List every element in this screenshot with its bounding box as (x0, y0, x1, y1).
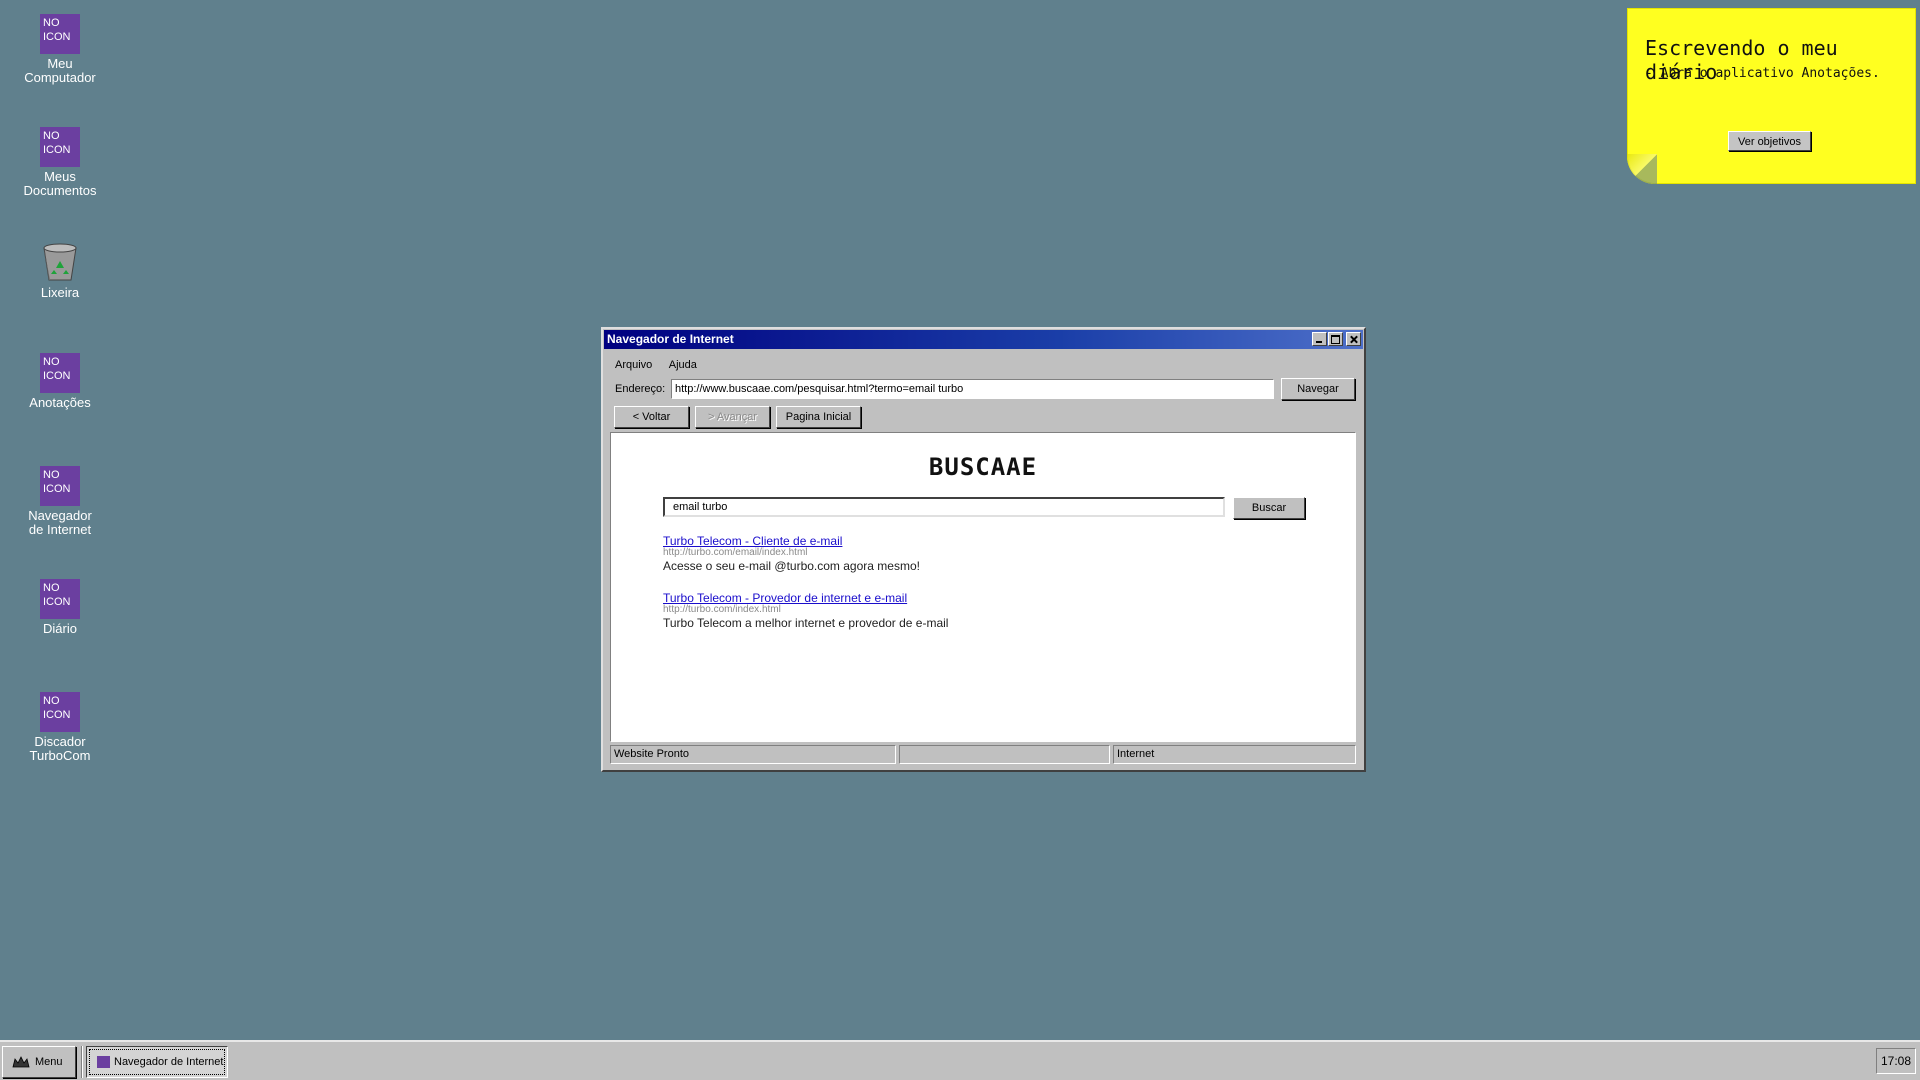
desktop-icon-label: Meu Computador (24, 56, 96, 85)
maximize-icon[interactable] (1328, 332, 1343, 346)
note-body: - Abra o aplicativo Anotações. (1645, 66, 1880, 81)
search-result: Turbo Telecom - Provedor de internet e e… (663, 591, 948, 630)
ver-objetivos-button[interactable]: Ver objetivos (1728, 131, 1811, 151)
clock: 17:08 (1876, 1048, 1916, 1074)
search-result: Turbo Telecom - Cliente de e-mail http:/… (663, 534, 920, 573)
status-progress (899, 745, 1110, 764)
no-icon: NO ICON (40, 14, 80, 54)
desktop-icon-label: Anotações (29, 395, 91, 410)
menu-arquivo[interactable]: Arquivo (615, 359, 652, 371)
taskbar-separator (81, 1046, 83, 1078)
result-url: http://turbo.com/index.html (663, 604, 781, 615)
desktop-icon-anotacoes[interactable]: NO ICON Anotações (10, 353, 110, 410)
start-menu-label: Menu (35, 1056, 63, 1068)
buscaae-logo: BUSCAAE (928, 453, 1038, 481)
browser-app-icon (97, 1056, 110, 1068)
desktop-icon-label: Diário (43, 621, 77, 636)
buscar-button[interactable]: Buscar (1233, 497, 1305, 519)
no-icon: NO ICON (40, 353, 80, 393)
navegar-button[interactable]: Navegar (1281, 378, 1355, 400)
desktop-icon-navegador[interactable]: NO ICON Navegador de Internet (10, 466, 110, 537)
desktop-icon-meu-computador[interactable]: NO ICON Meu Computador (10, 14, 110, 85)
recycle-bin-icon (43, 243, 77, 281)
desktop-icon-label: Navegador de Internet (28, 508, 92, 537)
result-description: Turbo Telecom a melhor internet e proved… (663, 616, 949, 630)
no-icon: NO ICON (40, 692, 80, 732)
browser-window: Navegador de Internet Arquivo Ajuda Ende… (601, 327, 1366, 772)
window-titlebar[interactable]: Navegador de Internet (604, 330, 1363, 349)
menu-ajuda[interactable]: Ajuda (669, 359, 697, 371)
note-curl (1627, 154, 1657, 184)
result-url: http://turbo.com/email/index.html (663, 547, 808, 558)
no-icon: NO ICON (40, 466, 80, 506)
menubar: Arquivo Ajuda (615, 359, 711, 371)
menu-logo-icon (12, 1056, 30, 1068)
taskbar-item-label: Navegador de Internet (114, 1056, 224, 1068)
result-title-link[interactable]: Turbo Telecom - Provedor de internet e e… (663, 591, 948, 605)
result-title-link[interactable]: Turbo Telecom - Cliente de e-mail (663, 534, 920, 548)
no-icon: NO ICON (40, 127, 80, 167)
desktop-icon-discador[interactable]: NO ICON Discador TurboCom (10, 692, 110, 763)
desktop-icon-meus-documentos[interactable]: NO ICON Meus Documentos (10, 127, 110, 198)
no-icon: NO ICON (40, 579, 80, 619)
desktop-icon-diario[interactable]: NO ICON Diário (10, 579, 110, 636)
sticky-note: Escrevendo o meu diário - Abra o aplicat… (1627, 8, 1916, 184)
result-description: Acesse o seu e-mail @turbo.com agora mes… (663, 559, 920, 573)
home-button[interactable]: Pagina Inicial (776, 406, 861, 428)
desktop-icon-label: Lixeira (40, 285, 80, 300)
desktop-icon-label: Discador TurboCom (29, 734, 91, 763)
status-text: Website Pronto (610, 745, 896, 764)
forward-button[interactable]: > Avançar (695, 406, 770, 428)
desktop-icon-lixeira[interactable]: Lixeira (10, 240, 110, 300)
back-button[interactable]: < Voltar (614, 406, 689, 428)
statusbar: Website Pronto Internet (610, 745, 1356, 764)
close-icon[interactable] (1346, 332, 1361, 346)
web-page-content: BUSCAAE Buscar Turbo Telecom - Cliente d… (610, 432, 1356, 742)
window-title: Navegador de Internet (607, 332, 734, 346)
taskbar: Menu Navegador de Internet 17:08 (0, 1040, 1920, 1080)
address-input[interactable] (671, 379, 1274, 399)
minimize-icon[interactable] (1312, 332, 1327, 346)
taskbar-item-navegador[interactable]: Navegador de Internet (86, 1046, 228, 1078)
search-input[interactable] (663, 497, 1225, 517)
start-menu-button[interactable]: Menu (2, 1046, 76, 1078)
desktop-icon-label: Meus Documentos (23, 169, 97, 198)
address-label: Endereço: (615, 383, 666, 395)
status-zone: Internet (1113, 745, 1356, 764)
